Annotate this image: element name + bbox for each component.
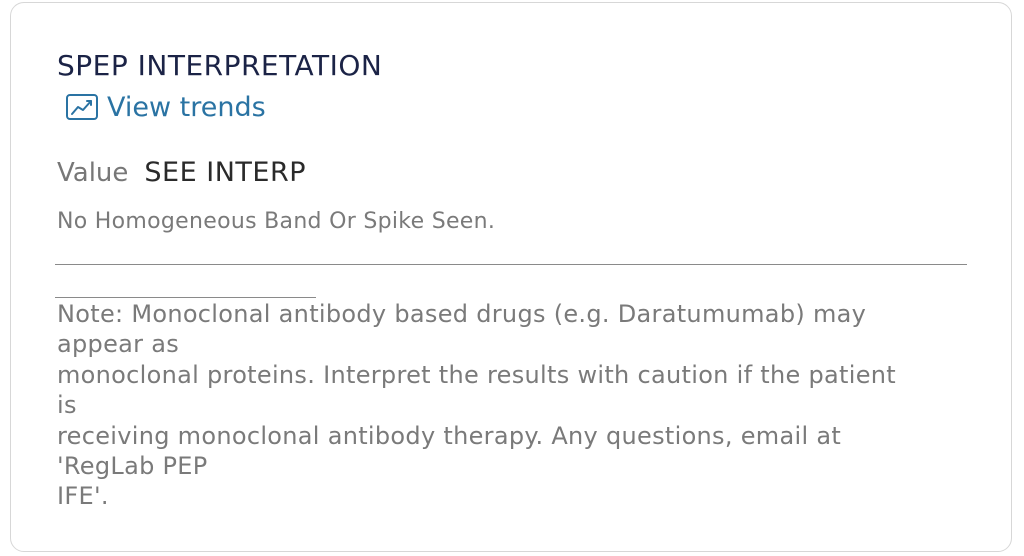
separator-line [55, 264, 967, 265]
trend-chart-icon [65, 93, 99, 121]
value-label: Value [57, 158, 129, 188]
note-line: monoclonal proteins. Interpret the resul… [57, 360, 896, 389]
value-text: SEE INTERP [144, 157, 307, 188]
result-text: No Homogeneous Band Or Spike Seen. [57, 209, 496, 234]
spep-interpretation-card: SPEP INTERPRETATION View trends Value SE… [10, 2, 1012, 552]
note-line: is [57, 391, 77, 420]
note-line: receiving monoclonal antibody therapy. A… [57, 421, 842, 450]
view-trends-link[interactable]: View trends [65, 89, 266, 125]
note-line: Note: Monoclonal antibody based drugs (e… [57, 300, 867, 328]
separator-line-short [55, 297, 316, 298]
card-title: SPEP INTERPRETATION [57, 49, 383, 82]
value-row: Value SEE INTERP [57, 157, 306, 188]
note-line: 'RegLab PEP [57, 452, 208, 481]
view-trends-label: View trends [107, 91, 266, 123]
note-line: IFE'. [57, 482, 109, 511]
note-line: appear as [57, 330, 180, 359]
note-text: Note: Monoclonal antibody based drugs (e… [57, 299, 997, 512]
